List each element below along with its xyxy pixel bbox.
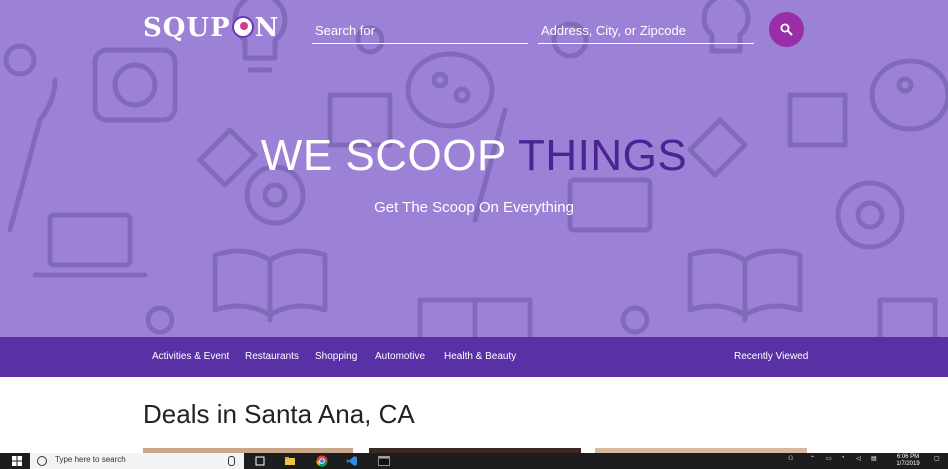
location-input[interactable] <box>538 18 754 44</box>
tray-chevron-icon[interactable]: ⌃ <box>810 455 815 462</box>
hero-title: WE SCOOP THINGS <box>0 128 948 184</box>
hero-title-plain: WE SCOOP <box>260 131 518 180</box>
notifications-icon[interactable]: ▢ <box>934 455 940 462</box>
clock-date: 1/7/2019 <box>896 461 920 467</box>
taskbar-search-placeholder: Type here to search <box>55 455 126 464</box>
volume-icon[interactable]: ◁ <box>856 455 861 462</box>
microphone-icon[interactable] <box>228 456 235 466</box>
logo-text-right: N <box>254 13 280 43</box>
nav-item-activities[interactable]: Activities & Event <box>152 337 229 377</box>
nav-recently-viewed[interactable]: Recently Viewed <box>734 337 808 377</box>
task-view-icon[interactable] <box>254 455 266 467</box>
taskbar-clock[interactable]: 6:06 PM 1/7/2019 <box>888 454 928 468</box>
windows-taskbar: Type here to search ⚇ ⌃ ▭ ◔ ◁ ▤ 6:06 PM … <box>0 453 948 469</box>
logo-text-left: SQUP <box>143 13 231 43</box>
hero-banner: SQUP N WE SCOOP THINGS Get The Scoop On E… <box>0 0 948 337</box>
hero-subtitle: Get The Scoop On Everything <box>374 199 574 216</box>
chrome-icon[interactable] <box>316 455 328 467</box>
file-explorer-icon[interactable] <box>284 455 296 467</box>
cortana-icon <box>37 456 47 466</box>
category-nav: Activities & Event Restaurants Shopping … <box>0 337 948 377</box>
search-icon <box>780 23 793 36</box>
search-button[interactable] <box>769 12 804 47</box>
search-input[interactable] <box>312 18 528 44</box>
vscode-icon[interactable] <box>346 455 358 467</box>
terminal-icon[interactable] <box>378 455 390 467</box>
nav-item-automotive[interactable]: Automotive <box>375 337 425 377</box>
language-icon[interactable]: ▤ <box>871 455 877 462</box>
logo-ice-cream-icon <box>231 16 254 38</box>
nav-item-restaurants[interactable]: Restaurants <box>245 337 299 377</box>
nav-item-health-beauty[interactable]: Health & Beauty <box>444 337 516 377</box>
hero-title-accent: THINGS <box>517 131 688 180</box>
wifi-icon[interactable]: ◔ <box>841 455 845 461</box>
people-icon[interactable]: ⚇ <box>788 455 793 462</box>
clock-time: 6:06 PM <box>896 454 920 460</box>
windows-start-icon[interactable] <box>12 456 22 466</box>
deals-heading: Deals in Santa Ana, CA <box>143 399 415 429</box>
squpon-logo[interactable]: SQUP N <box>143 12 279 44</box>
taskbar-search[interactable]: Type here to search <box>30 453 244 469</box>
nav-item-shopping[interactable]: Shopping <box>315 337 357 377</box>
network-icon[interactable]: ▭ <box>826 455 832 462</box>
